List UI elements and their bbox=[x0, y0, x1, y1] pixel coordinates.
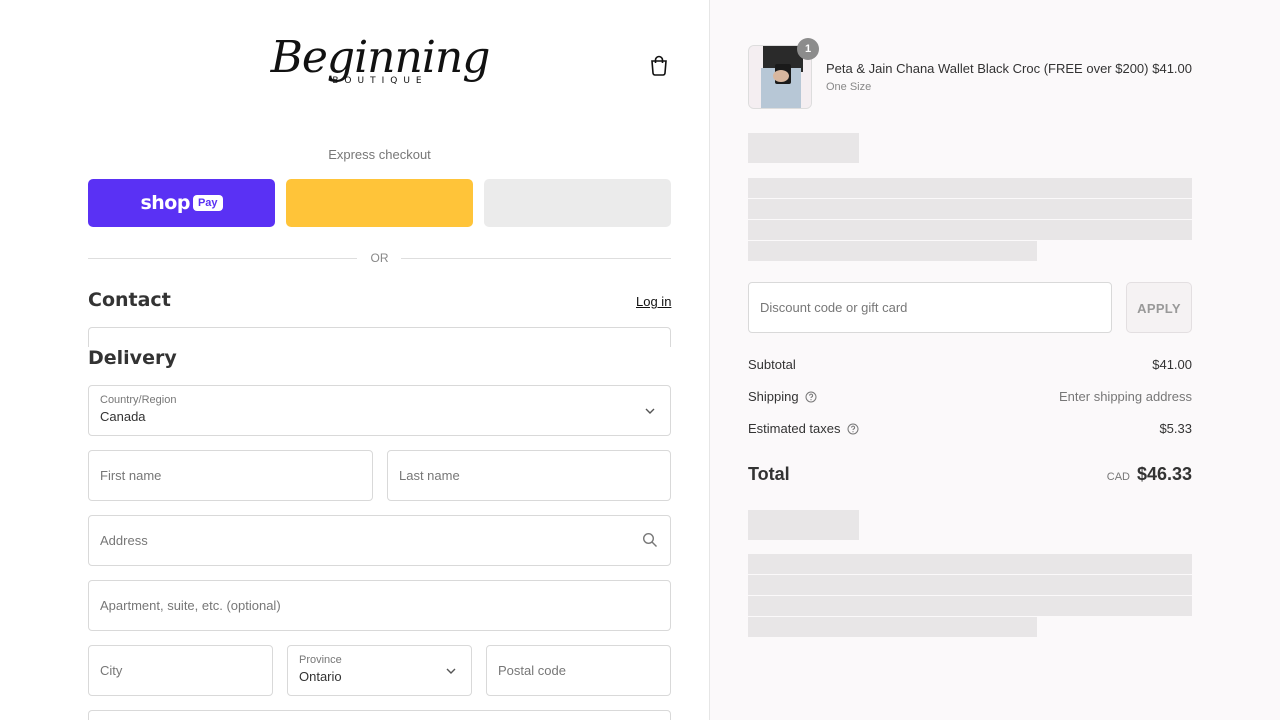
product-price: $41.00 bbox=[1152, 61, 1192, 76]
quantity-badge: 1 bbox=[797, 38, 819, 60]
chevron-down-icon bbox=[446, 668, 456, 674]
contact-heading: Contact bbox=[88, 289, 171, 311]
country-label: Country/Region bbox=[100, 394, 177, 406]
city-placeholder: City bbox=[100, 663, 123, 678]
total-value: $46.33 bbox=[1136, 464, 1192, 484]
city-field[interactable]: City bbox=[88, 645, 273, 696]
loading-placeholder bbox=[748, 617, 1037, 637]
taxes-value: $5.33 bbox=[1159, 421, 1192, 436]
address-field[interactable]: Address bbox=[88, 515, 671, 566]
store-logo[interactable]: Beginning BOUTIQUE bbox=[265, 32, 495, 90]
apply-discount-button[interactable]: APPLY bbox=[1126, 282, 1192, 333]
loading-placeholder bbox=[748, 596, 1192, 616]
or-label: OR bbox=[370, 251, 389, 265]
country-select[interactable]: Country/Region Canada bbox=[88, 385, 671, 436]
log-in-link[interactable]: Log in bbox=[636, 294, 671, 309]
first-name-field[interactable]: First name bbox=[88, 450, 373, 501]
apartment-field[interactable]: Apartment, suite, etc. (optional) bbox=[88, 580, 671, 631]
country-value: Canada bbox=[100, 409, 146, 424]
chevron-down-icon bbox=[645, 408, 655, 414]
delivery-heading: Delivery bbox=[88, 347, 177, 369]
province-value: Ontario bbox=[299, 669, 342, 684]
postal-code-placeholder: Postal code bbox=[498, 663, 566, 678]
google-pay-button[interactable] bbox=[484, 179, 671, 227]
taxes-label: Estimated taxes bbox=[748, 421, 859, 436]
help-circle-icon[interactable] bbox=[847, 423, 859, 435]
discount-placeholder: Discount code or gift card bbox=[760, 300, 908, 315]
loading-placeholder bbox=[748, 220, 1192, 240]
loading-placeholder bbox=[748, 241, 1037, 261]
shipping-label-text: Shipping bbox=[748, 389, 799, 404]
subtotal-label-text: Subtotal bbox=[748, 357, 796, 372]
or-divider: OR bbox=[88, 250, 671, 268]
shop-pay-badge: Pay bbox=[192, 195, 223, 211]
address-placeholder: Address bbox=[100, 533, 148, 548]
logo-wordmark: Beginning bbox=[270, 32, 491, 83]
loading-placeholder bbox=[748, 199, 1192, 219]
last-name-field[interactable]: Last name bbox=[387, 450, 671, 501]
loading-placeholder bbox=[748, 133, 859, 163]
total-label: Total bbox=[748, 464, 790, 484]
province-select[interactable]: Province Ontario bbox=[287, 645, 472, 696]
product-variant: One Size bbox=[826, 81, 872, 93]
total-currency: CAD bbox=[1106, 471, 1130, 483]
loading-placeholder bbox=[748, 178, 1192, 198]
checkout-form-panel: Beginning BOUTIQUE Express checkout shop… bbox=[0, 0, 710, 720]
shop-pay-button[interactable]: shop Pay bbox=[88, 179, 275, 227]
search-icon bbox=[642, 532, 657, 547]
paypal-button[interactable] bbox=[286, 179, 473, 227]
phone-field[interactable] bbox=[88, 710, 671, 720]
shipping-value: Enter shipping address bbox=[1059, 389, 1192, 404]
shopping-bag-icon[interactable] bbox=[648, 54, 670, 76]
loading-placeholder bbox=[748, 575, 1192, 595]
discount-code-input[interactable]: Discount code or gift card bbox=[748, 282, 1112, 333]
last-name-placeholder: Last name bbox=[399, 468, 460, 483]
loading-placeholder bbox=[748, 510, 859, 540]
shop-pay-wordmark: shop bbox=[140, 192, 190, 214]
taxes-label-text: Estimated taxes bbox=[748, 421, 841, 436]
postal-code-field[interactable]: Postal code bbox=[486, 645, 671, 696]
apartment-placeholder: Apartment, suite, etc. (optional) bbox=[100, 598, 281, 613]
first-name-placeholder: First name bbox=[100, 468, 162, 483]
shipping-label: Shipping bbox=[748, 389, 817, 404]
email-field[interactable] bbox=[88, 327, 671, 347]
loading-placeholder bbox=[748, 554, 1192, 574]
subtotal-label: Subtotal bbox=[748, 357, 796, 372]
help-circle-icon[interactable] bbox=[805, 391, 817, 403]
subtotal-value: $41.00 bbox=[1152, 357, 1192, 372]
express-checkout-title: Express checkout bbox=[328, 147, 431, 162]
province-label: Province bbox=[299, 654, 342, 666]
